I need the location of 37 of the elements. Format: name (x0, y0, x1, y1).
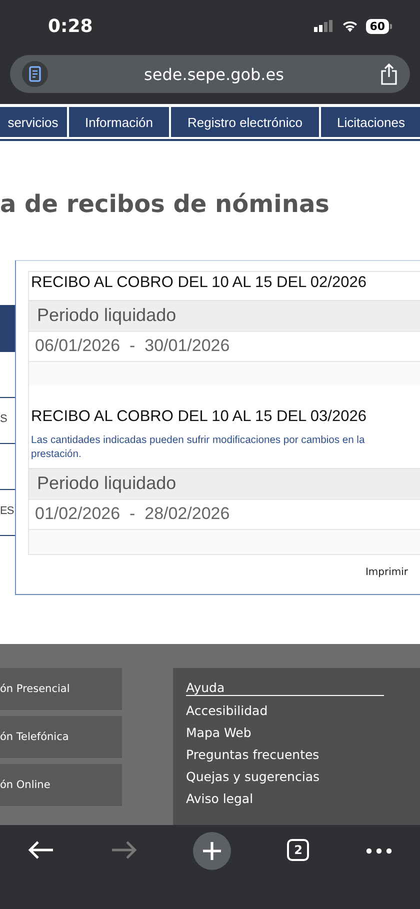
nav-tab[interactable]: servicios (0, 107, 67, 137)
footer-link[interactable]: Mapa Web (186, 725, 407, 740)
receipt-title: RECIBO AL COBRO DEL 10 AL 15 DEL 02/2026 (29, 272, 420, 300)
disclaimer-note: Las cantidades indicadas pueden sufrir modificaciones por cambios en la prestación. (29, 434, 420, 468)
sidebar-item[interactable]: S (0, 398, 15, 444)
sidebar-item[interactable]: ES (0, 490, 15, 536)
wifi-icon (342, 20, 358, 32)
period-dates: 01/02/2026 - 28/02/2026 (29, 499, 420, 530)
reader-icon[interactable] (22, 61, 48, 87)
forward-arrow-icon[interactable] (110, 840, 137, 860)
contact-button[interactable]: ón Telefónica (0, 716, 122, 758)
signal-icon (314, 20, 334, 32)
share-icon[interactable] (380, 63, 398, 85)
page-title: a de recibos de nóminas (0, 189, 330, 211)
address-bar[interactable]: sede.sepe.gob.es (10, 55, 410, 93)
contact-button[interactable]: ón Presencial (0, 668, 122, 710)
nav-tab[interactable]: Registro electrónico (171, 107, 319, 137)
period-dates: 06/01/2026 - 30/01/2026 (29, 331, 420, 362)
new-tab-button[interactable] (192, 832, 231, 870)
more-icon[interactable] (366, 848, 392, 854)
period-label: Periodo liquidado (29, 468, 420, 499)
nav-tab[interactable]: Licitaciones (321, 107, 420, 137)
receipt-title: RECIBO AL COBRO DEL 10 AL 15 DEL 03/2026 (29, 386, 420, 434)
url-text: sede.sepe.gob.es (143, 64, 285, 84)
battery-icon: 60 (366, 18, 392, 34)
print-link[interactable]: Imprimir (365, 567, 408, 578)
tab-count-button[interactable]: 2 (287, 839, 310, 861)
contact-button[interactable]: ón Online (0, 764, 122, 806)
nav-tab[interactable]: Información (69, 107, 169, 137)
period-label: Periodo liquidado (29, 300, 420, 331)
footer-link[interactable]: Quejas y sugerencias (186, 769, 407, 784)
clock-time: 0:28 (48, 16, 94, 36)
help-heading: Ayuda (186, 680, 384, 696)
footer-link[interactable]: Preguntas frecuentes (186, 747, 407, 762)
footer-link[interactable]: Aviso legal (186, 791, 407, 806)
back-arrow-icon[interactable] (28, 840, 54, 860)
footer-link[interactable]: Accesibilidad (186, 703, 407, 718)
